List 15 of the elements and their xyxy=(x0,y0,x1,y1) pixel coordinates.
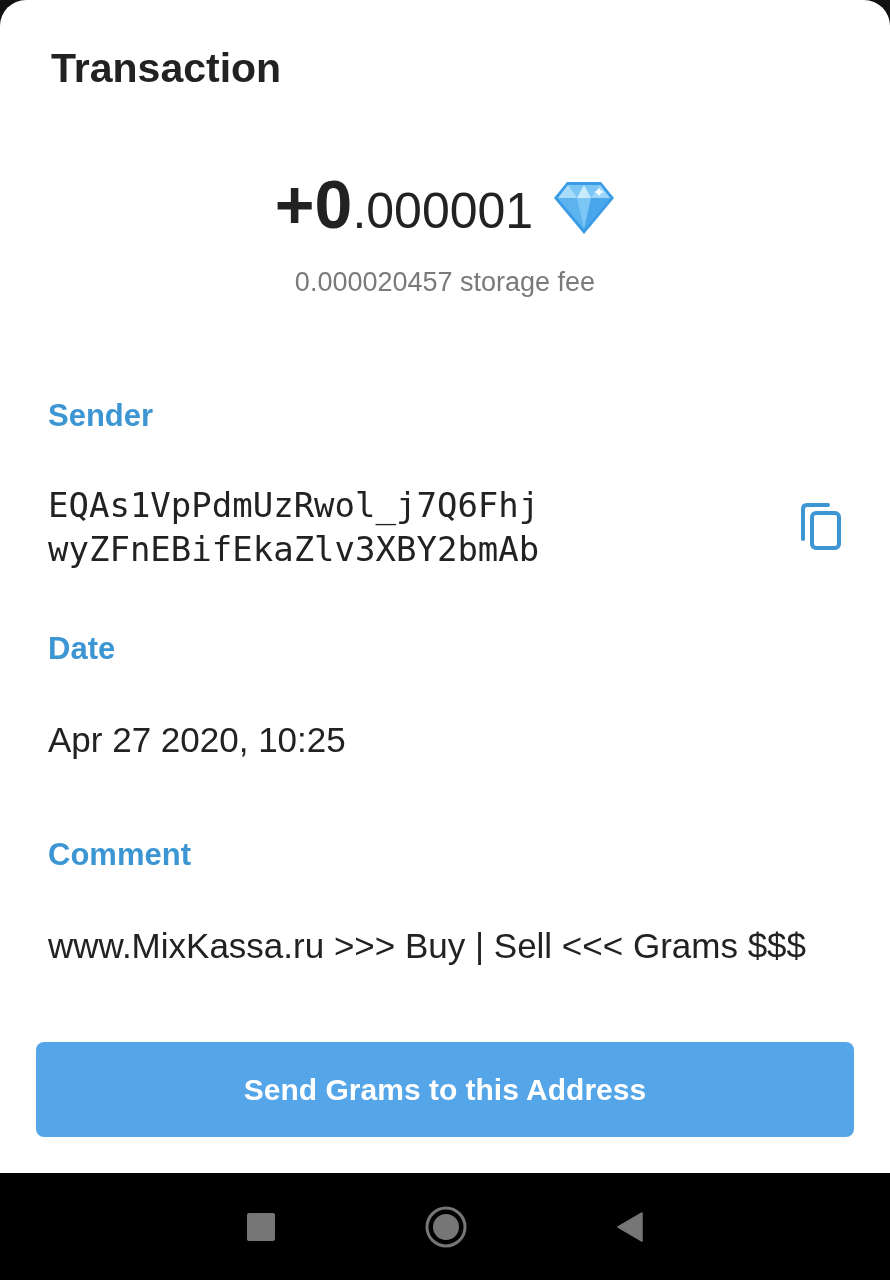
address-text: EQAs1VpPdmUzRwol_j7Q6Fhj wyZFnEBifEkaZlv3XBY2bmAb xyxy=(48,484,540,571)
copy-icon[interactable] xyxy=(800,503,842,551)
home-icon[interactable] xyxy=(425,1205,467,1248)
diamond-icon xyxy=(553,180,616,235)
sheet-title: Transaction xyxy=(51,44,282,92)
amount-text: +0.000001 xyxy=(274,165,534,244)
field-value: Apr 27 2020, 10:25 xyxy=(48,719,346,761)
storage-fee-text: 0.000020457 storage fee xyxy=(294,266,596,299)
recent-apps-icon[interactable] xyxy=(247,1212,275,1241)
field-label: Comment xyxy=(48,836,191,874)
field-value: www.MixKassa.ru >>> Buy | Sell <<< Grams $$$ xyxy=(48,925,807,967)
back-icon[interactable] xyxy=(617,1211,643,1242)
send-button[interactable]: Send Grams to this Address xyxy=(36,1042,854,1137)
field-label: Date xyxy=(48,630,116,668)
field-label: Sender xyxy=(48,397,154,435)
